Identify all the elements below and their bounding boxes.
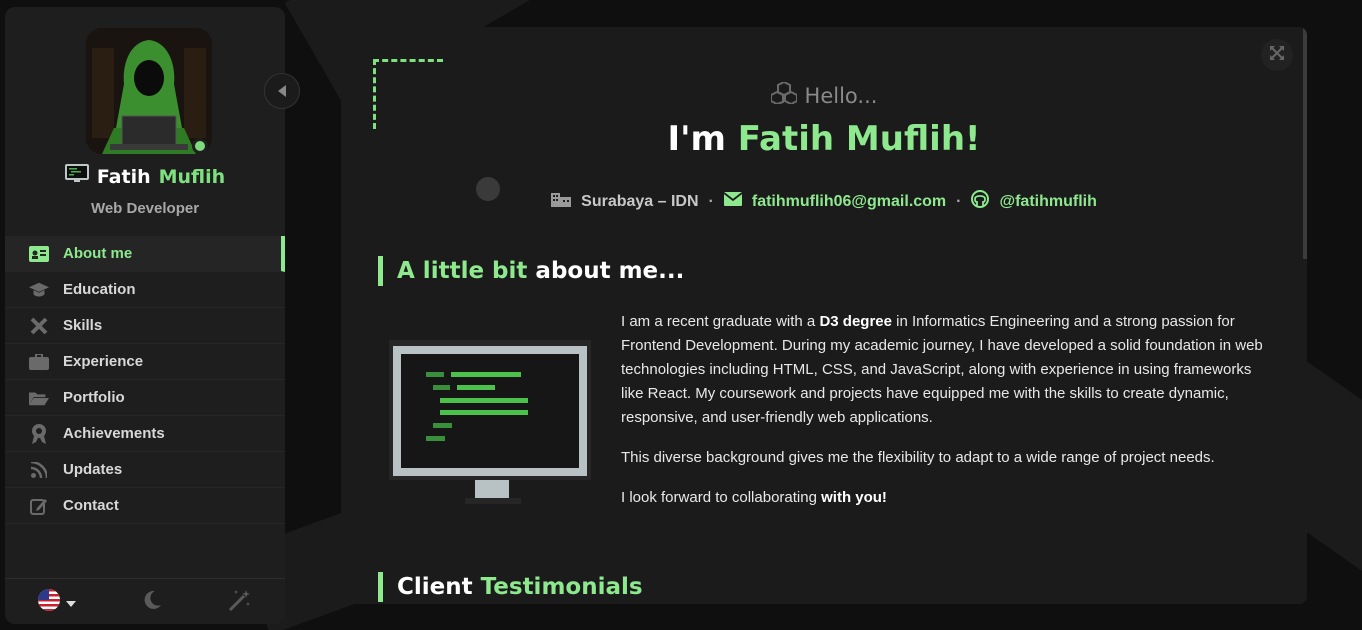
sidebar-item-label: Education — [63, 281, 136, 298]
separator: · — [956, 192, 962, 210]
sidebar-item-label: Contact — [63, 497, 119, 514]
online-status-dot — [192, 138, 208, 154]
monitor-illustration — [389, 340, 591, 510]
sidebar-item-label: Skills — [63, 317, 103, 334]
about-title-rest: about me... — [535, 258, 685, 284]
testimonials-title-accent: Testimonials — [480, 574, 643, 600]
sidebar-item-label: Portfolio — [63, 389, 125, 406]
chevron-down-icon — [66, 592, 76, 611]
moon-icon — [142, 590, 162, 614]
sidebar-item-label: About me — [63, 245, 133, 262]
profile-name: Fatih Muflih — [5, 164, 285, 189]
graduation-cap-icon — [29, 280, 49, 300]
folder-open-icon — [29, 388, 49, 408]
greeting: Hello... — [341, 80, 1307, 109]
building-icon — [551, 191, 572, 212]
about-degree-highlight: D3 degree — [819, 313, 892, 330]
tools-icon — [29, 316, 49, 336]
monitor-icon — [64, 164, 89, 189]
about-text-segment: I am a recent graduate with a — [621, 313, 816, 330]
main-content: Hello... I'm Fatih Muflih! Surabaya – ID… — [341, 27, 1307, 604]
avatar — [86, 28, 212, 154]
fullscreen-button[interactable] — [1261, 39, 1293, 71]
about-paragraph: This diverse background gives me the fle… — [621, 449, 1215, 466]
id-card-icon — [29, 244, 49, 264]
about-paragraph: I look forward to collaborating with you… — [621, 486, 1271, 510]
github-link[interactable]: @fatihmuflih — [999, 193, 1096, 211]
sidebar-item-portfolio[interactable]: Portfolio — [5, 380, 285, 416]
expand-icon — [1269, 45, 1285, 65]
sidebar-footer — [5, 578, 285, 624]
sidebar-item-skills[interactable]: Skills — [5, 308, 285, 344]
cubes-icon — [769, 80, 798, 109]
rss-icon — [29, 460, 49, 480]
sidebar-item-label: Experience — [63, 353, 144, 370]
profile-role: Web Developer — [90, 200, 200, 217]
sidebar-item-education[interactable]: Education — [5, 272, 285, 308]
about-closing-highlight: with you! — [821, 489, 887, 506]
location-text: Surabaya – IDN — [581, 192, 699, 210]
sidebar-collapse-button[interactable] — [264, 73, 300, 109]
about-section-title: A little bit about me... — [378, 256, 684, 286]
testimonials-title: Client — [397, 574, 473, 600]
page-title: I'm Fatih Muflih! — [341, 119, 1307, 159]
sidebar-item-achievements[interactable]: Achievements — [5, 416, 285, 452]
about-text-segment: I look forward to collaborating — [621, 489, 817, 506]
github-icon — [971, 190, 990, 213]
sidebar-item-label: Updates — [63, 461, 123, 478]
testimonials-section-title: Client Testimonials — [378, 572, 643, 602]
sidebar-item-contact[interactable]: Contact — [5, 488, 285, 524]
profile-first-name: Fatih — [96, 165, 151, 188]
briefcase-icon — [29, 352, 49, 372]
us-flag-icon — [38, 588, 60, 615]
headline-name: Fatih Muflih! — [737, 119, 981, 159]
sidebar-nav: About me Education Skills Experience Por… — [5, 236, 285, 524]
envelope-icon — [723, 192, 743, 211]
email-link[interactable]: fatihmuflih06@gmail.com — [752, 193, 946, 211]
about-text: I am a recent graduate with a D3 degree … — [621, 310, 1271, 526]
about-paragraph: I am a recent graduate with a D3 degree … — [621, 310, 1271, 430]
contact-info: Surabaya – IDN · fatihmuflih06@gmail.com… — [341, 190, 1307, 213]
magic-wand-icon — [228, 589, 252, 616]
headline-prefix: I'm — [667, 119, 726, 159]
language-selector[interactable] — [38, 588, 76, 615]
theme-effects-button[interactable] — [228, 588, 252, 616]
edit-icon — [29, 496, 49, 516]
sidebar-item-label: Achievements — [63, 425, 165, 442]
sidebar: Fatih Muflih Web Developer About me Educa… — [5, 7, 285, 624]
award-icon — [29, 423, 49, 444]
sidebar-item-experience[interactable]: Experience — [5, 344, 285, 380]
sidebar-item-about[interactable]: About me — [5, 236, 285, 272]
profile-last-name: Muflih — [158, 165, 226, 188]
dark-mode-toggle[interactable] — [142, 590, 162, 614]
about-title-accent: A little bit — [397, 258, 528, 284]
sidebar-item-updates[interactable]: Updates — [5, 452, 285, 488]
greeting-text: Hello... — [804, 83, 878, 108]
caret-left-icon — [278, 82, 286, 101]
separator: · — [708, 192, 714, 210]
